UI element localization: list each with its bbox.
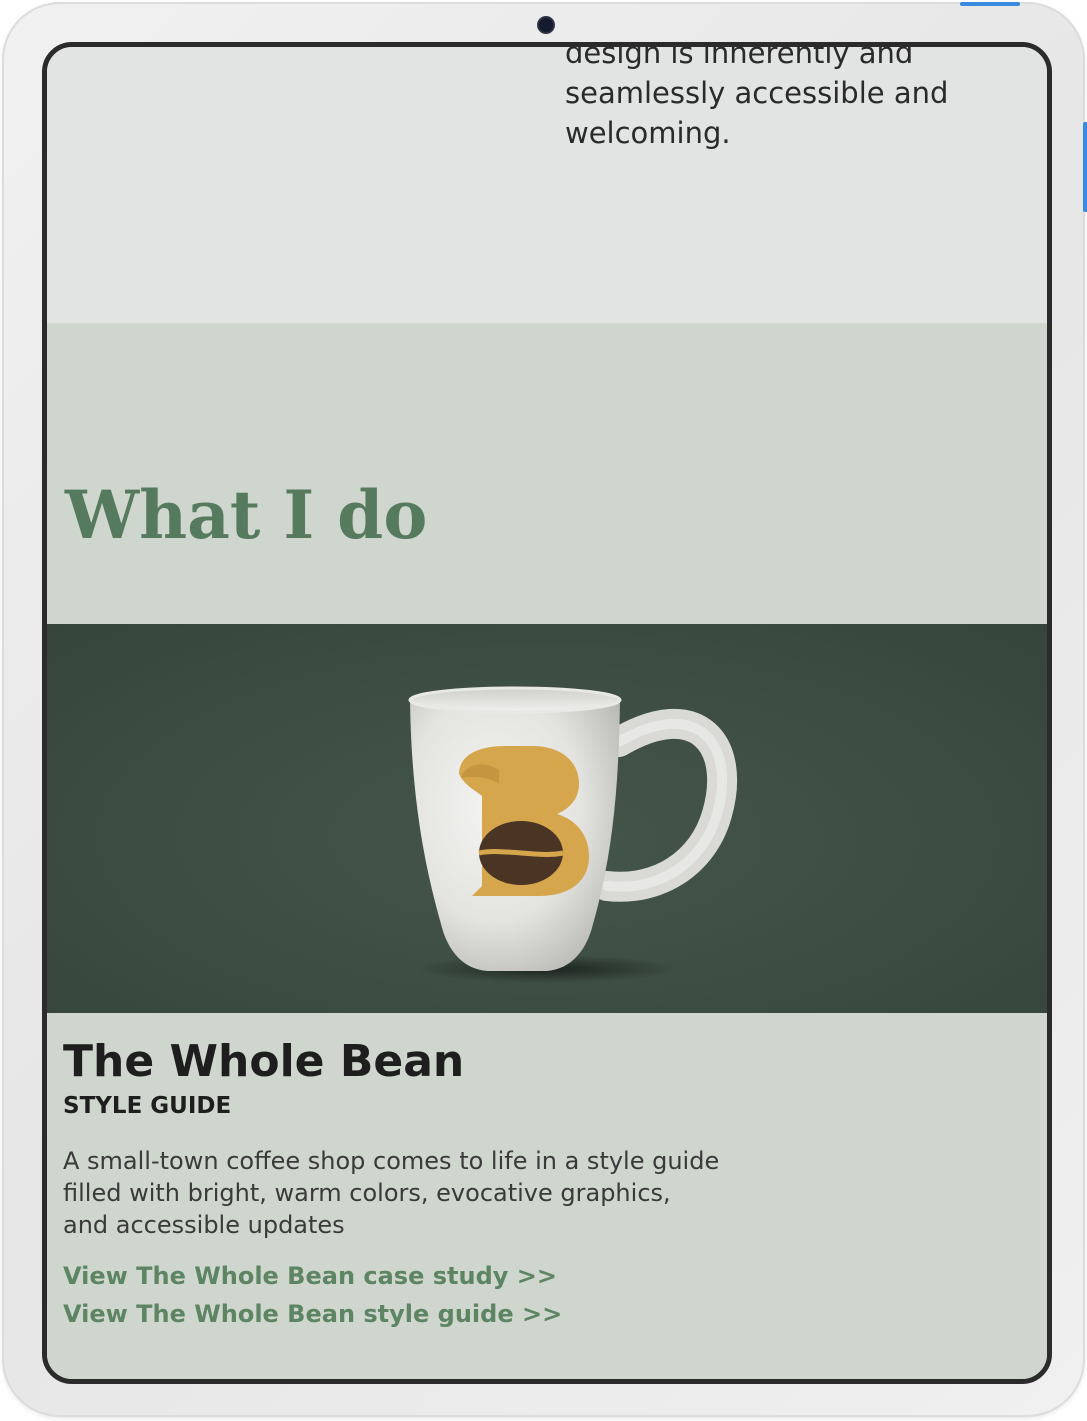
project-subtitle: STYLE GUIDE bbox=[63, 1093, 232, 1119]
project-description: A small-town coffee shop comes to life i… bbox=[63, 1147, 720, 1239]
mug-handle bbox=[592, 709, 738, 902]
volume-button bbox=[1083, 122, 1087, 212]
case-study-link[interactable]: View The Whole Bean case study >> bbox=[63, 1259, 557, 1293]
intro-text: design is inherently and seamlessly acce… bbox=[565, 42, 949, 150]
tablet-screen: design is inherently and seamlessly acce… bbox=[42, 42, 1052, 1384]
section-heading: What I do bbox=[65, 476, 428, 554]
mug-illustration bbox=[408, 686, 738, 983]
intro-section: design is inherently and seamlessly acce… bbox=[47, 47, 1047, 323]
style-guide-link[interactable]: View The Whole Bean style guide >> bbox=[63, 1297, 562, 1331]
project-card: The Whole Bean STYLE GUIDE A small-town … bbox=[47, 1013, 1047, 1379]
what-i-do-section: What I do bbox=[47, 323, 1047, 624]
power-button bbox=[960, 2, 1020, 6]
project-hero-image[interactable] bbox=[47, 624, 1047, 1013]
front-camera bbox=[539, 18, 553, 32]
project-title: The Whole Bean bbox=[63, 1036, 465, 1087]
mug-rim bbox=[408, 686, 622, 714]
tablet-device-frame: design is inherently and seamlessly acce… bbox=[2, 2, 1087, 1417]
